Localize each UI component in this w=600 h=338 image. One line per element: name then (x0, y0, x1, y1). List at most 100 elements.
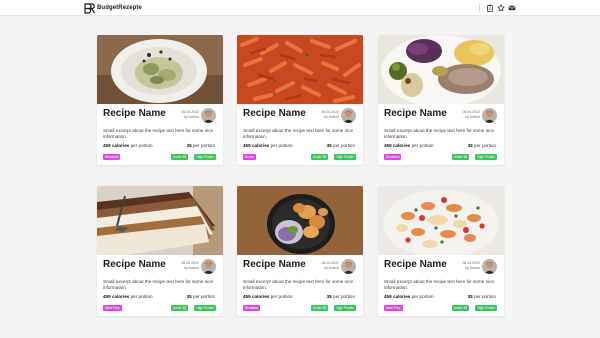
recipe-grid: Recipe Name 06.04.2022 by Author Small e… (0, 0, 600, 338)
recipe-card[interactable]: Recipe Name 06.04.2022 by Author Small e… (378, 35, 504, 165)
calories-value: 459 (103, 143, 111, 148)
recipe-title[interactable]: Recipe Name (243, 259, 306, 270)
price-info: 3$ per portion (327, 294, 355, 299)
price-info: 3$ per portion (468, 143, 496, 148)
recipe-title[interactable]: Recipe Name (103, 259, 166, 270)
category-tag[interactable]: Breakfast (243, 305, 261, 311)
recipe-excerpt: Small excerpt about the recipe text here… (103, 128, 214, 139)
recipe-card[interactable]: Recipe Name 06.04.2022 by Author Small e… (378, 186, 504, 316)
calories-unit: per portion (411, 294, 434, 299)
calories-info: 459 calories per portion (384, 143, 434, 148)
recipe-excerpt: Small excerpt about the recipe text here… (384, 279, 495, 290)
price-unit: per portion (333, 294, 355, 299)
recipe-image (237, 35, 363, 104)
recipe-card[interactable]: Recipe Name 06.04.2022 by Author Small e… (97, 35, 223, 165)
recipe-date: 06.04.2022 (462, 261, 480, 265)
calories-unit: per portion (130, 143, 153, 148)
price-info: 3$ per portion (187, 294, 215, 299)
budget-badge[interactable]: Under 5$ (310, 154, 328, 160)
recipe-author: by Author (324, 114, 339, 119)
price-value: 3$ (326, 294, 332, 299)
category-tag[interactable]: Meal Prep (103, 305, 122, 311)
calories-label: calories (251, 143, 270, 148)
recipe-author: by Author (465, 114, 480, 119)
recipe-author: by Author (465, 265, 480, 270)
calories-value: 459 (243, 143, 251, 148)
recipe-image (237, 186, 363, 255)
protein-badge[interactable]: High Protein (334, 154, 356, 160)
calories-info: 459 calories per portion (243, 143, 293, 148)
recipe-image (97, 35, 223, 104)
recipe-date: 06.04.2022 (321, 110, 339, 114)
price-info: 3$ per portion (468, 294, 496, 299)
calories-unit: per portion (270, 294, 293, 299)
budget-badge[interactable]: Under 5$ (451, 154, 469, 160)
author-avatar[interactable] (341, 259, 356, 274)
calories-value: 459 (384, 294, 392, 299)
price-unit: per portion (193, 143, 215, 148)
calories-unit: per portion (270, 143, 293, 148)
recipe-image (378, 35, 504, 104)
category-tag[interactable]: Breakfast (103, 154, 121, 160)
recipe-title[interactable]: Recipe Name (243, 108, 306, 119)
price-info: 3$ per portion (187, 143, 215, 148)
price-value: 3$ (186, 143, 192, 148)
recipe-title[interactable]: Recipe Name (384, 108, 447, 119)
calories-info: 459 calories per portion (243, 294, 293, 299)
recipe-title[interactable]: Recipe Name (384, 259, 447, 270)
calories-unit: per portion (130, 294, 153, 299)
price-unit: per portion (474, 143, 496, 148)
protein-badge[interactable]: High Protein (194, 154, 216, 160)
protein-badge[interactable]: High Protein (475, 305, 497, 311)
recipe-excerpt: Small excerpt about the recipe text here… (243, 279, 354, 290)
protein-badge[interactable]: High Protein (194, 305, 216, 311)
recipe-excerpt: Small excerpt about the recipe text here… (103, 279, 214, 290)
recipe-author: by Author (184, 114, 199, 119)
budget-badge[interactable]: Under 5$ (170, 305, 188, 311)
recipe-meta: 06.04.2022 by Author (181, 261, 199, 270)
category-tag[interactable]: Meal Prep (384, 305, 403, 311)
recipe-author: by Author (184, 265, 199, 270)
budget-badge[interactable]: Under 5$ (310, 305, 328, 311)
recipe-image (97, 186, 223, 255)
price-info: 3$ per portion (327, 143, 355, 148)
calories-value: 459 (384, 143, 392, 148)
author-avatar[interactable] (201, 259, 216, 274)
calories-label: calories (111, 143, 130, 148)
recipe-excerpt: Small excerpt about the recipe text here… (384, 128, 495, 139)
author-avatar[interactable] (201, 108, 216, 123)
recipe-author: by Author (324, 265, 339, 270)
category-tag[interactable]: Breakfast (384, 154, 402, 160)
recipe-meta: 06.04.2022 by Author (181, 110, 199, 119)
budget-badge[interactable]: Under 5$ (451, 305, 469, 311)
recipe-meta: 06.04.2022 by Author (462, 110, 480, 119)
author-avatar[interactable] (341, 108, 356, 123)
recipe-card[interactable]: Recipe Name 06.04.2022 by Author Small e… (237, 35, 363, 165)
price-unit: per portion (474, 294, 496, 299)
recipe-meta: 06.04.2022 by Author (321, 110, 339, 119)
calories-info: 459 calories per portion (103, 143, 153, 148)
calories-value: 459 (103, 294, 111, 299)
calories-label: calories (392, 294, 411, 299)
price-value: 3$ (467, 143, 473, 148)
author-avatar[interactable] (482, 259, 497, 274)
recipe-title[interactable]: Recipe Name (103, 108, 166, 119)
recipe-card[interactable]: Recipe Name 06.04.2022 by Author Small e… (237, 186, 363, 316)
price-value: 3$ (467, 294, 473, 299)
recipe-date: 06.04.2022 (181, 261, 199, 265)
category-tag[interactable]: Dinner (243, 154, 257, 160)
recipe-card[interactable]: Recipe Name 06.04.2022 by Author Small e… (97, 186, 223, 316)
calories-info: 459 calories per portion (103, 294, 153, 299)
author-avatar[interactable] (482, 108, 497, 123)
calories-label: calories (392, 143, 411, 148)
protein-badge[interactable]: High Protein (334, 305, 356, 311)
protein-badge[interactable]: High Protein (475, 154, 497, 160)
recipe-meta: 06.04.2022 by Author (321, 261, 339, 270)
budget-badge[interactable]: Under 5$ (170, 154, 188, 160)
recipe-date: 06.04.2022 (181, 110, 199, 114)
calories-label: calories (111, 294, 130, 299)
recipe-excerpt: Small excerpt about the recipe text here… (243, 128, 354, 139)
price-value: 3$ (186, 294, 192, 299)
price-unit: per portion (333, 143, 355, 148)
recipe-image (378, 186, 504, 255)
